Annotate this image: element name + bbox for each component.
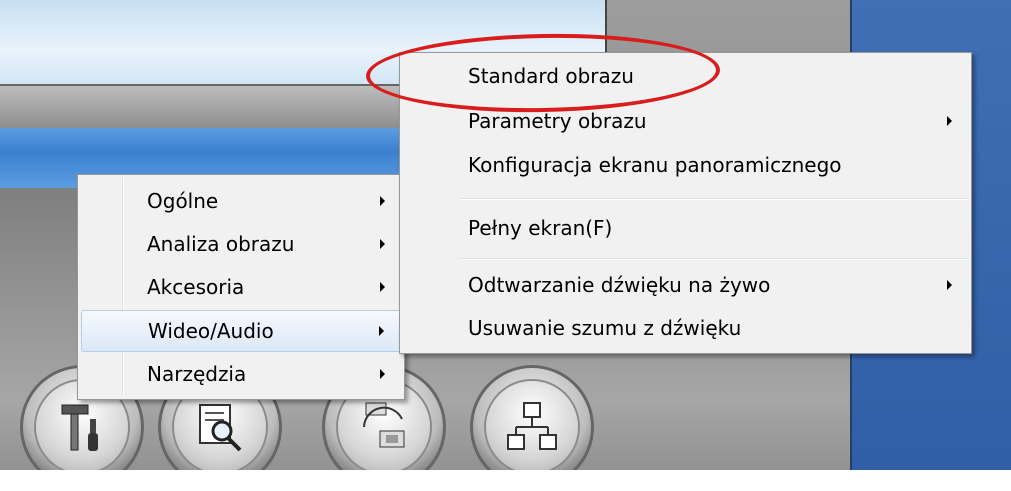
menu-item-label: Narzędzia [147,362,247,386]
submenu-arrow-icon [379,326,384,336]
submenu-arrow-icon [947,280,952,290]
menu-item-general[interactable]: Ogólne [81,181,401,221]
device-setup-icon [363,402,405,448]
bottom-edge [0,470,1011,491]
tools-icon [61,404,98,451]
context-menu: Ogólne Analiza obrazu Akcesoria Wideo/Au… [77,174,405,400]
menu-item-label: Usuwanie szumu z dźwięku [468,316,742,340]
network-icon [507,402,557,450]
menu-item-video-audio[interactable]: Wideo/Audio [81,310,401,352]
menu-item-accessories[interactable]: Akcesoria [81,267,401,307]
menu-item-label: Standard obrazu [468,64,634,88]
menu-item-label: Akcesoria [147,275,245,299]
menu-item-audio-noise-removal[interactable]: Usuwanie szumu z dźwięku [403,308,968,348]
document-search-icon [199,404,242,452]
menu-item-tools[interactable]: Narzędzia [81,354,401,394]
menu-item-image-standard[interactable]: Standard obrazu [403,56,968,96]
submenu-arrow-icon [380,239,385,249]
menu-item-panoramic-config[interactable]: Konfiguracja ekranu panoramicznego [403,145,968,185]
menu-item-label: Odtwarzanie dźwięku na żywo [468,273,771,297]
menu-separator [460,198,968,200]
menu-item-image-analysis[interactable]: Analiza obrazu [81,224,401,264]
submenu-arrow-icon [380,369,385,379]
menu-item-label: Pełny ekran(F) [468,216,613,240]
menu-item-label: Analiza obrazu [147,232,295,256]
menu-item-image-parameters[interactable]: Parametry obrazu [403,101,968,141]
submenu-arrow-icon [947,116,952,126]
menu-item-fullscreen[interactable]: Pełny ekran(F) [403,208,968,248]
menu-item-live-audio[interactable]: Odtwarzanie dźwięku na żywo [403,265,968,305]
menu-item-label: Ogólne [147,189,219,213]
menu-item-label: Wideo/Audio [148,319,274,343]
submenu-arrow-icon [380,196,385,206]
menu-item-label: Parametry obrazu [468,109,647,133]
menu-item-label: Konfiguracja ekranu panoramicznego [468,153,842,177]
submenu-arrow-icon [380,282,385,292]
menu-separator [460,258,968,260]
submenu-video-audio: Standard obrazu Parametry obrazu Konfigu… [399,52,972,354]
